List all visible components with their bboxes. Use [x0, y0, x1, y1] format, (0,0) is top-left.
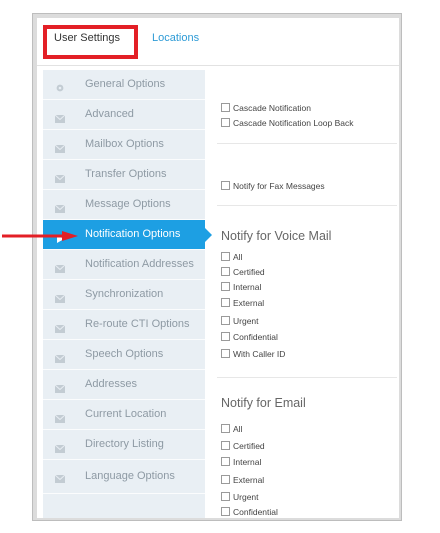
envelope-icon [54, 440, 66, 453]
sidebar-item-reroute-cti-options[interactable]: Re-route CTI Options [43, 310, 205, 340]
voice-mail-external-checkbox[interactable]: External [221, 298, 264, 308]
red-arrow-icon [2, 231, 78, 241]
email-urgent-checkbox[interactable]: Urgent [221, 492, 259, 502]
envelope-icon [54, 320, 66, 333]
checkbox-box[interactable] [221, 332, 230, 341]
checkbox-box[interactable] [221, 424, 230, 433]
cascade-notification-checkbox[interactable]: Cascade Notification [221, 103, 311, 113]
sidebar-item-label: Re-route CTI Options [85, 318, 190, 330]
envelope-icon [54, 110, 66, 123]
sidebar-item-label: Addresses [85, 378, 137, 390]
envelope-icon [54, 410, 66, 423]
voice-mail-certified-checkbox[interactable]: Certified [221, 267, 265, 277]
email-certified-checkbox[interactable]: Certified [221, 441, 265, 451]
sidebar-item-synchronization[interactable]: Synchronization [43, 280, 205, 310]
notification-options-content: Cascade Notification Cascade Notificatio… [205, 65, 399, 518]
envelope-icon [54, 260, 66, 273]
tab-locations[interactable]: Locations [152, 32, 199, 44]
sidebar-item-general-options[interactable]: General Options [43, 70, 205, 100]
sidebar-item-directory-listing[interactable]: Directory Listing [43, 430, 205, 460]
sidebar-item-label: General Options [85, 78, 166, 90]
notify-fax-checkbox[interactable]: Notify for Fax Messages [221, 181, 325, 191]
checkbox-box[interactable] [221, 316, 230, 325]
sidebar-item-label: Current Location [85, 408, 167, 420]
voice-mail-confidential-checkbox[interactable]: Confidential [221, 332, 278, 342]
voice-mail-caller-id-checkbox[interactable]: With Caller ID [221, 349, 285, 359]
sidebar: General Options Advanced Mailbox Options… [43, 70, 212, 518]
checkbox-box[interactable] [221, 298, 230, 307]
sidebar-item-label: Advanced [85, 108, 134, 120]
sidebar-item-advanced[interactable]: Advanced [43, 100, 205, 130]
email-confidential-checkbox[interactable]: Confidential [221, 507, 278, 517]
envelope-icon [54, 350, 66, 363]
email-external-checkbox[interactable]: External [221, 475, 264, 485]
sidebar-item-mailbox-options[interactable]: Mailbox Options [43, 130, 205, 160]
envelope-icon [54, 380, 66, 393]
sidebar-item-label: Speech Options [85, 348, 164, 360]
divider [217, 143, 397, 144]
sidebar-item-label: Directory Listing [85, 438, 164, 450]
sidebar-item-label: Transfer Options [85, 168, 167, 180]
checkbox-box[interactable] [221, 507, 230, 516]
checkbox-box[interactable] [221, 492, 230, 501]
divider [217, 377, 397, 378]
gear-icon [55, 80, 65, 92]
sidebar-item-addresses[interactable]: Addresses [43, 370, 205, 400]
email-internal-checkbox[interactable]: Internal [221, 457, 261, 467]
email-heading: Notify for Email [221, 396, 306, 410]
checkbox-box[interactable] [221, 103, 230, 112]
sidebar-item-language-options[interactable]: Language Options [43, 460, 205, 494]
checkbox-box[interactable] [221, 252, 230, 261]
envelope-icon [54, 200, 66, 213]
voice-mail-heading: Notify for Voice Mail [221, 229, 332, 243]
sidebar-item-label: Language Options [85, 470, 175, 482]
checkbox-box[interactable] [221, 282, 230, 291]
divider [217, 205, 397, 206]
settings-window: User Settings Locations General Options … [32, 13, 402, 521]
email-all-checkbox[interactable]: All [221, 424, 242, 434]
checkbox-box[interactable] [221, 267, 230, 276]
sidebar-item-label: Notification Options [85, 228, 181, 240]
checkbox-box[interactable] [221, 457, 230, 466]
sidebar-item-speech-options[interactable]: Speech Options [43, 340, 205, 370]
settings-panel: User Settings Locations General Options … [37, 18, 399, 518]
envelope-icon [54, 170, 66, 183]
voice-mail-all-checkbox[interactable]: All [221, 252, 242, 262]
sidebar-item-transfer-options[interactable]: Transfer Options [43, 160, 205, 190]
cascade-loop-back-checkbox[interactable]: Cascade Notification Loop Back [221, 118, 354, 128]
voice-mail-urgent-checkbox[interactable]: Urgent [221, 316, 259, 326]
envelope-icon [54, 290, 66, 303]
tab-highlight-box [43, 25, 138, 59]
sidebar-item-current-location[interactable]: Current Location [43, 400, 205, 430]
sidebar-item-label: Message Options [85, 198, 171, 210]
envelope-icon [54, 140, 66, 153]
checkbox-box[interactable] [221, 181, 230, 190]
sidebar-item-notification-addresses[interactable]: Notification Addresses [43, 250, 205, 280]
checkbox-box[interactable] [221, 475, 230, 484]
voice-mail-internal-checkbox[interactable]: Internal [221, 282, 261, 292]
checkbox-box[interactable] [221, 349, 230, 358]
sidebar-item-label: Notification Addresses [85, 258, 194, 270]
tab-bar: User Settings Locations [37, 18, 399, 66]
checkbox-box[interactable] [221, 118, 230, 127]
sidebar-item-label: Synchronization [85, 288, 164, 300]
envelope-icon [54, 470, 66, 483]
checkbox-box[interactable] [221, 441, 230, 450]
sidebar-item-label: Mailbox Options [85, 138, 164, 150]
sidebar-item-message-options[interactable]: Message Options [43, 190, 205, 220]
